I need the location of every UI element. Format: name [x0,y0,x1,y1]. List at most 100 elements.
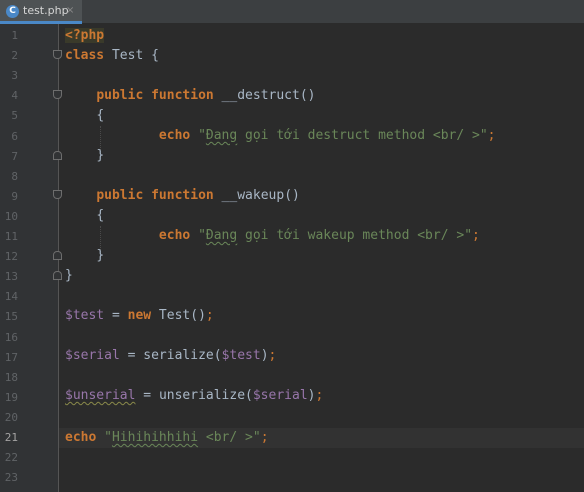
string-literal: gọi tới wakeup method <br/ > [237,228,465,243]
code-line-15: $test = new Test(); [65,306,214,326]
code-line-9: public function __wakeup() [65,186,300,206]
semicolon: ; [268,348,277,363]
code-line-6: echo "Đang gọi tới destruct method <br/ … [65,126,496,146]
variable: $serial [252,388,308,403]
string-word: Hihihihhihi [111,430,199,445]
line-number[interactable]: 14 [0,287,18,307]
line-number[interactable]: 1 [0,26,18,46]
tab-test-php[interactable]: C test.php × [0,0,82,24]
variable: $test [221,348,261,363]
operator: = [119,348,144,363]
class-name: Test { [104,48,159,63]
line-number[interactable]: 10 [0,207,18,227]
line-number[interactable]: 21 [0,428,18,448]
function-name: __wakeup [213,188,285,203]
code-line-2: class Test { [65,46,159,66]
php-file-icon: C [6,5,19,18]
close-icon[interactable]: × [66,4,74,18]
semicolon: ; [487,128,496,143]
code-line-7: } [65,146,104,166]
line-number[interactable]: 2 [0,46,18,66]
tab-bar: C test.php × [0,0,584,24]
string-quote: " [464,228,473,243]
code-line-4: public function __destruct() [65,86,315,106]
line-number[interactable]: 17 [0,348,18,368]
string-literal: gọi tới destruct method <br/ > [237,128,480,143]
line-number[interactable]: 6 [0,127,18,147]
line-number[interactable]: 20 [0,408,18,428]
keyword: function [143,188,214,203]
fold-marker-destruct-icon[interactable] [53,90,62,99]
line-number[interactable]: 15 [0,307,18,327]
line-number[interactable]: 16 [0,328,18,348]
constructor-call: Test() [151,308,206,323]
line-number[interactable]: 5 [0,106,18,126]
code-line-19: $unserial = unserialize($serial); [65,386,323,406]
line-number[interactable]: 9 [0,187,18,207]
string-quote: " [479,128,488,143]
fold-marker-class-icon[interactable] [53,50,62,59]
line-number[interactable]: 3 [0,66,18,86]
parens: () [299,88,316,103]
code-line-13: } [65,266,73,286]
line-number[interactable]: 22 [0,448,18,468]
fold-end-class-icon[interactable] [53,271,62,280]
string-word: Đang [205,128,238,143]
operator: = [104,308,128,323]
keyword: class [65,48,105,63]
line-number[interactable]: 8 [0,167,18,187]
semicolon: ; [260,430,269,445]
string-literal: <br/ > [198,430,253,445]
line-number[interactable]: 18 [0,368,18,388]
semicolon: ; [205,308,214,323]
parens: () [284,188,300,203]
brace: } [65,268,73,283]
code-line-17: $serial = serialize($test); [65,346,276,366]
editor-window: C test.php × 1 2 3 4 5 6 7 8 9 10 11 12 13 14 15 16 17 18… [0,0,584,492]
code-line-12: } [65,246,104,266]
fold-marker-wakeup-icon[interactable] [53,190,62,199]
line-number[interactable]: 4 [0,86,18,106]
keyword: new [127,308,152,323]
variable: $test [65,308,105,323]
line-number[interactable]: 23 [0,468,18,488]
string-quote: " [198,128,206,143]
semicolon: ; [315,388,324,403]
keyword: public [96,88,144,103]
semicolon: ; [472,228,480,243]
code-line-5: { [65,106,104,126]
fold-end-wakeup-icon[interactable] [53,251,62,260]
line-number[interactable]: 13 [0,267,18,287]
tab-label: test.php [23,4,69,17]
keyword: public [96,188,144,203]
function-call: unserialize( [158,388,253,403]
fold-end-destruct-icon[interactable] [53,151,62,160]
operator: = [135,388,159,403]
string-quote: " [104,430,112,445]
paren: ) [260,348,269,363]
string-quote: " [252,430,261,445]
function-name: __destruct [213,88,300,103]
string-quote: " [198,228,206,243]
keyword: echo [158,228,191,243]
line-number[interactable]: 12 [0,247,18,267]
string-word: Đang [205,228,238,243]
php-open-tag: <?php [65,28,105,43]
code-line-1: <?php [65,26,105,46]
code-line-11: echo "Đang gọi tới wakeup method <br/ >"… [65,226,480,246]
line-number[interactable]: 7 [0,147,18,167]
line-number[interactable]: 11 [0,227,18,247]
keyword: echo [65,430,97,445]
variable: $serial [65,348,120,363]
keyword: echo [158,128,191,143]
line-number[interactable]: 19 [0,388,18,408]
